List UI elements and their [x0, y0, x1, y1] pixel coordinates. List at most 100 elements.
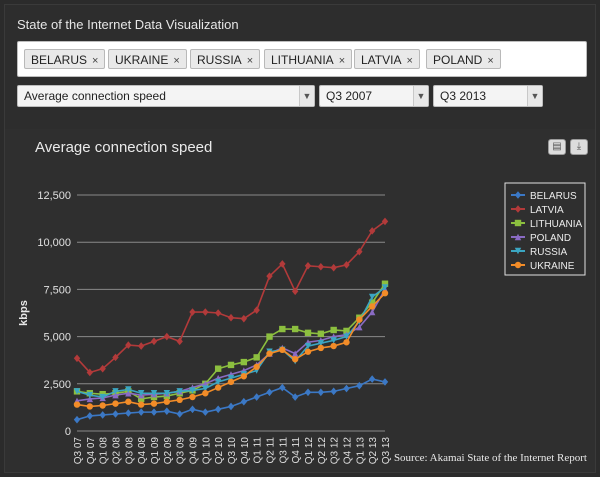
metric-select[interactable]: Average connection speed ▼: [17, 85, 315, 107]
remove-tag-icon[interactable]: ×: [487, 55, 493, 67]
data-point-latvia: [330, 263, 337, 272]
data-point-latvia: [227, 313, 235, 322]
app-window: State of the Internet Data Visualization…: [4, 4, 596, 473]
x-tick-label: Q2 08: [112, 437, 123, 465]
data-point-lithuania: [227, 361, 235, 369]
data-point-ukraine: [150, 400, 158, 407]
data-point-ukraine: [330, 342, 337, 350]
x-tick-label: Q1 09: [150, 437, 161, 465]
data-point-ukraine: [73, 401, 81, 408]
data-point-belarus: [253, 393, 260, 401]
data-point-ukraine: [112, 400, 119, 407]
data-point-lithuania: [253, 354, 260, 361]
data-point-latvia: [291, 287, 299, 296]
data-point-belarus: [202, 408, 209, 416]
data-point-belarus: [227, 402, 235, 411]
start-period-value: Q3 2007: [326, 89, 373, 103]
y-tick-label: 10,000: [37, 237, 71, 249]
remove-tag-icon[interactable]: ×: [339, 55, 345, 67]
data-point-lithuania: [214, 365, 222, 372]
remove-tag-icon[interactable]: ×: [92, 55, 98, 67]
x-tick-label: Q3 13: [381, 437, 392, 465]
data-point-belarus: [240, 397, 248, 406]
data-point-ukraine: [214, 384, 222, 391]
data-point-ukraine: [317, 344, 325, 352]
tag-label: UKRAINE: [115, 53, 169, 67]
remove-tag-icon[interactable]: ×: [247, 55, 253, 67]
source-note: Source: Akamai State of the Internet Rep…: [393, 452, 587, 464]
data-point-ukraine: [86, 403, 94, 410]
data-point-latvia: [202, 308, 209, 316]
data-point-latvia: [381, 217, 389, 226]
data-point-ukraine: [202, 390, 209, 397]
tag-belarus: BELARUS ×: [24, 49, 106, 69]
x-tick-label: Q3 10: [227, 437, 238, 465]
tag-label: BELARUS: [31, 53, 88, 67]
x-tick-label: Q4 07: [86, 437, 97, 465]
data-point-lithuania: [266, 333, 273, 340]
metric-select-value: Average connection speed: [24, 89, 166, 103]
data-point-ukraine: [137, 401, 145, 408]
line-chart: 02,5005,0007,50010,00012,500kbpsQ3 07 Q4 …: [18, 182, 586, 465]
x-tick-label: Q4 08: [137, 437, 148, 465]
series-line-belarus: [76, 378, 386, 421]
data-point-latvia: [214, 309, 222, 317]
x-tick-label: Q2 12: [317, 437, 328, 465]
x-tick-label: Q1 13: [355, 437, 366, 465]
tag-label: LATVIA: [361, 53, 402, 67]
x-tick-label: Q2 09: [163, 437, 174, 465]
y-axis-title: kbps: [18, 300, 30, 326]
data-point-belarus: [381, 378, 389, 386]
data-point-ukraine: [381, 289, 389, 297]
data-point-belarus: [330, 387, 337, 396]
legend-label-lithuania: LITHUANIA: [530, 219, 583, 230]
remove-tag-icon[interactable]: ×: [406, 55, 412, 67]
data-point-ukraine: [356, 316, 363, 323]
data-point-latvia: [163, 332, 171, 341]
data-point-latvia: [304, 262, 312, 270]
x-tick-label: Q1 08: [99, 437, 110, 465]
tag-label: POLAND: [433, 53, 483, 67]
remove-tag-icon[interactable]: ×: [173, 55, 179, 67]
data-point-belarus: [214, 405, 222, 414]
data-point-ukraine: [343, 339, 350, 346]
data-point-ukraine: [291, 356, 299, 363]
data-point-ukraine: [99, 402, 106, 409]
data-point-latvia: [150, 337, 158, 346]
data-point-belarus: [356, 381, 363, 390]
y-tick-label: 5,000: [43, 332, 71, 344]
data-point-belarus: [343, 384, 350, 393]
y-tick-label: 7,500: [43, 284, 71, 296]
legend-label-latvia: LATVIA: [530, 205, 564, 216]
data-point-lithuania: [291, 325, 299, 333]
data-point-latvia: [137, 342, 145, 350]
x-tick-label: Q3 07: [73, 437, 84, 465]
data-point-belarus: [150, 408, 158, 416]
data-point-belarus: [112, 410, 119, 418]
tag-latvia: LATVIA ×: [354, 49, 420, 69]
data-point-ukraine: [176, 396, 183, 404]
x-tick-label: Q2 13: [368, 437, 379, 465]
data-point-belarus: [163, 407, 171, 415]
data-point-ukraine: [125, 398, 132, 405]
data-point-belarus: [137, 408, 145, 416]
start-period-select[interactable]: Q3 2007 ▼: [319, 85, 429, 107]
data-point-belarus: [73, 415, 81, 424]
legend-label-ukraine: UKRAINE: [530, 261, 575, 272]
x-tick-label: Q1 10: [201, 437, 212, 465]
data-point-lithuania: [279, 325, 286, 333]
end-period-value: Q3 2013: [440, 89, 487, 103]
end-period-select[interactable]: Q3 2013 ▼: [433, 85, 543, 107]
tag-label: LITHUANIA: [271, 53, 334, 67]
data-point-latvia: [176, 337, 183, 346]
country-tag-input[interactable]: BELARUS × UKRAINE × RUSSIA × LITHUANIA × LAT…: [17, 41, 587, 77]
x-tick-label: Q4 12: [343, 437, 354, 465]
data-point-belarus: [125, 409, 132, 417]
data-point-belarus: [291, 393, 299, 401]
x-tick-label: Q2 10: [214, 437, 225, 465]
x-tick-label: Q3 12: [330, 437, 341, 465]
data-point-latvia: [189, 308, 196, 316]
x-tick-label: Q1 12: [304, 437, 315, 465]
x-tick-label: Q3 08: [124, 437, 135, 465]
data-point-latvia: [240, 314, 248, 323]
